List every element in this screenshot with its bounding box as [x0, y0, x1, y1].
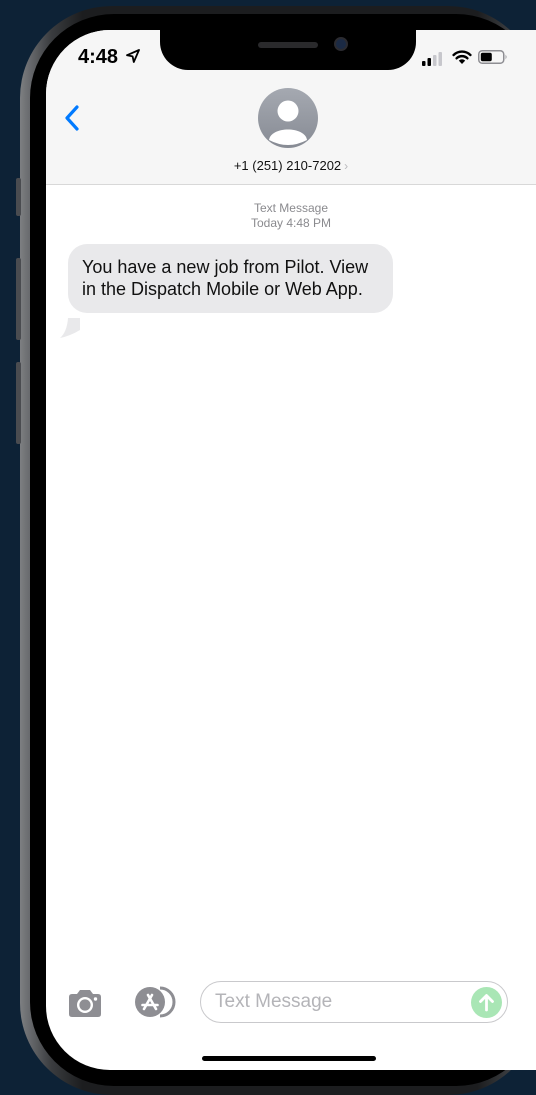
status-time: 4:48: [78, 46, 119, 68]
contact-chevron-icon: ›: [344, 159, 349, 173]
bubble-tail: [60, 318, 80, 338]
contact-avatar[interactable]: [258, 88, 318, 148]
message-compose-field[interactable]: [200, 981, 508, 1023]
wifi-icon: [452, 50, 472, 64]
camera-icon[interactable]: [66, 987, 104, 1019]
mute-switch: [16, 178, 21, 216]
chevron-left-icon[interactable]: [64, 104, 80, 132]
location-arrow-icon: [126, 49, 140, 63]
contact-details-link[interactable]: +1 (251) 210-7202 ›: [46, 157, 536, 175]
front-camera: [334, 37, 348, 51]
volume-up-button: [16, 258, 21, 340]
message-timestamp: Today 4:48 PM: [250, 216, 332, 230]
send-button[interactable]: [471, 987, 502, 1018]
app-store-icon[interactable]: [132, 984, 180, 1020]
service-label: Text Message: [253, 201, 329, 215]
battery-icon: [478, 50, 507, 64]
arrow-up-icon: [479, 994, 494, 1012]
notch: [160, 30, 416, 70]
incoming-message-bubble[interactable]: You have a new job from Pilot. View in t…: [68, 244, 393, 313]
message-input[interactable]: [215, 990, 455, 1014]
home-indicator[interactable]: [202, 1056, 376, 1061]
cellular-signal-icon: [422, 52, 442, 66]
person-silhouette-icon: [269, 100, 307, 145]
earpiece-speaker: [258, 42, 318, 48]
volume-down-button: [16, 362, 21, 444]
contact-number: +1 (251) 210-7202: [233, 158, 342, 173]
conversation-header: 4:48 +1 (251) 210-7202 ›: [46, 30, 536, 185]
message-meta: Text Message Today 4:48 PM: [46, 201, 536, 231]
messages-screen: 4:48 +1 (251) 210-7202 › Text Message To…: [46, 30, 536, 1070]
